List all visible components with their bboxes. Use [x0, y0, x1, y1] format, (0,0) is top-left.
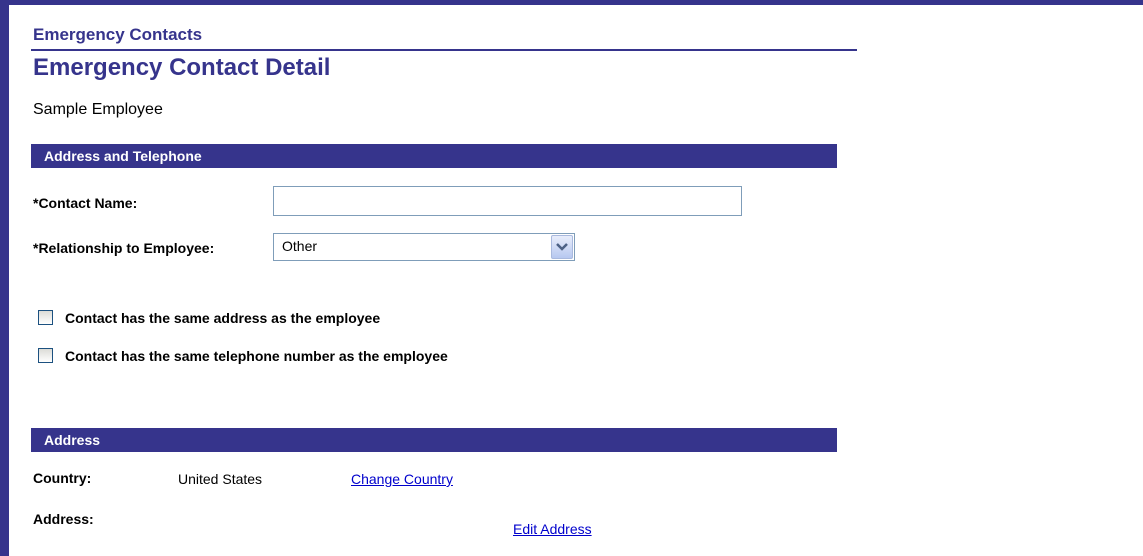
page-frame: Emergency Contacts Emergency Contact Det… — [0, 0, 1143, 556]
address-telephone-bar: Address and Telephone — [31, 144, 837, 168]
section-title: Emergency Contacts — [33, 25, 203, 44]
country-label: Country: — [33, 470, 92, 486]
relationship-selected-value: Other — [282, 238, 318, 254]
contact-name-input[interactable] — [273, 186, 742, 216]
page-title: Emergency Contact Detail — [33, 54, 331, 81]
same-address-checkbox[interactable] — [38, 310, 53, 325]
relationship-label: *Relationship to Employee: — [33, 240, 215, 256]
title-divider — [31, 49, 857, 51]
relationship-select[interactable]: Other — [273, 233, 575, 261]
same-address-label: Contact has the same address as the empl… — [65, 310, 381, 326]
dropdown-button[interactable] — [551, 235, 573, 259]
country-value: United States — [178, 471, 263, 487]
address-label: Address: — [33, 511, 94, 527]
change-country-link[interactable]: Change Country — [351, 471, 453, 487]
employee-name: Sample Employee — [33, 101, 163, 118]
contact-name-label: *Contact Name: — [33, 195, 138, 211]
same-phone-label: Contact has the same telephone number as… — [65, 348, 448, 364]
chevron-down-icon — [556, 243, 568, 251]
address-bar: Address — [31, 428, 837, 452]
same-phone-checkbox[interactable] — [38, 348, 53, 363]
edit-address-link[interactable]: Edit Address — [513, 521, 592, 537]
